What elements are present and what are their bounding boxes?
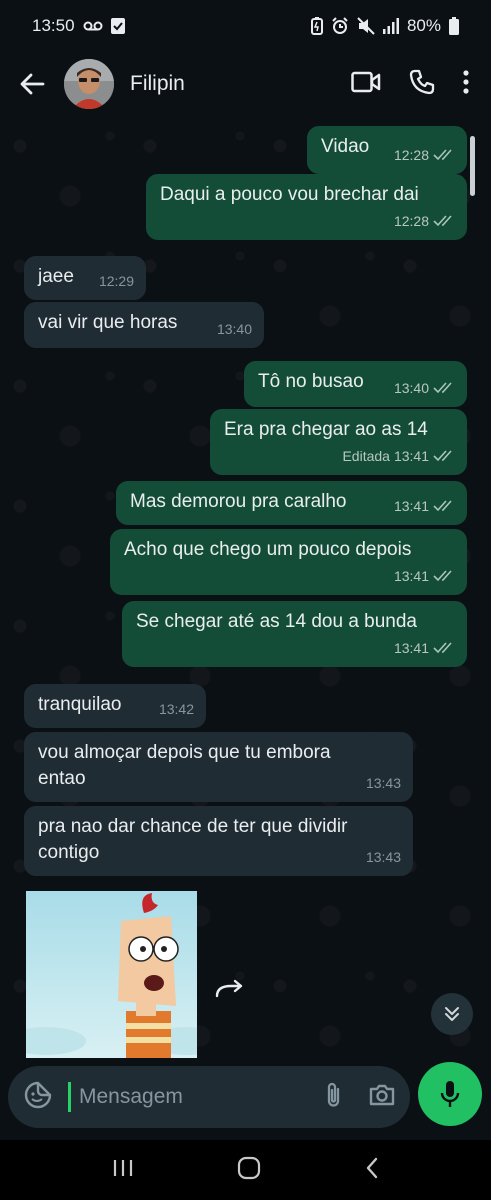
edited-label: Editada: [342, 448, 390, 464]
double-chevron-down-icon: [445, 1007, 459, 1021]
message-text: Acho que chego um pouco depois: [124, 539, 412, 560]
system-navigation-bar: [0, 1140, 491, 1200]
checkbox-notification-icon: [110, 18, 125, 34]
voice-message-button[interactable]: [418, 1062, 482, 1126]
outgoing-message[interactable]: Tô no busao 13:40: [244, 361, 467, 407]
status-bar: 13:50 80%: [0, 0, 491, 52]
arrow-left-icon: [20, 73, 45, 95]
more-vertical-icon: [463, 69, 469, 94]
message-time: 12:28: [393, 213, 429, 229]
message-composer: [8, 1066, 410, 1128]
signal-icon: [382, 18, 399, 34]
message-meta: 13:41: [394, 563, 455, 589]
video-camera-icon: [351, 71, 381, 92]
battery-icon: [449, 17, 459, 35]
message-text: vou almoçar depois que tu embora entao: [38, 742, 331, 789]
scroll-to-bottom-button[interactable]: [431, 993, 473, 1035]
forward-button[interactable]: [214, 978, 246, 1005]
composer-bar: [0, 1058, 491, 1140]
message-time: 13:41: [393, 498, 429, 514]
double-check-icon: [433, 642, 455, 654]
message-time: 12:29: [98, 273, 134, 289]
cartoon-sticker: [26, 891, 197, 1058]
double-check-icon: [433, 450, 455, 462]
message-meta: 13:43: [366, 770, 401, 796]
forward-arrow-icon: [215, 979, 243, 998]
camera-button[interactable]: [368, 1083, 396, 1112]
avatar[interactable]: [64, 59, 114, 109]
back-button[interactable]: [0, 73, 64, 95]
double-check-icon: [433, 215, 455, 227]
message-text: Se chegar até as 14 dou a bunda: [136, 611, 418, 632]
message-time: 13:40: [216, 321, 252, 337]
incoming-message[interactable]: tranquilao 13:42: [24, 684, 206, 728]
voice-call-button[interactable]: [409, 69, 435, 100]
message-meta: 12:28: [394, 208, 455, 234]
double-check-icon: [433, 149, 455, 161]
battery-saver-icon: [310, 17, 323, 35]
sticker-emoji-icon: [24, 1081, 52, 1108]
message-meta: 13:40: [394, 375, 455, 401]
avatar-photo: [64, 59, 114, 109]
message-meta: 13:41: [394, 635, 455, 661]
message-meta: 13:40: [217, 316, 252, 342]
double-check-icon: [433, 382, 455, 394]
message-time: 12:28: [393, 147, 429, 163]
message-meta: 13:41: [394, 493, 455, 519]
text-caret: [68, 1082, 71, 1112]
outgoing-message[interactable]: Era pra chegar ao as 14 Editada 13:41: [210, 409, 467, 475]
camera-icon: [369, 1084, 395, 1105]
chat-area[interactable]: Vidao 12:28 Daqui a pouco vou brechar da…: [0, 116, 491, 1058]
message-meta: 12:28: [394, 142, 455, 168]
microphone-icon: [440, 1081, 460, 1107]
outgoing-message[interactable]: Acho que chego um pouco depois 13:41: [110, 529, 467, 595]
incoming-message[interactable]: jaee 12:29: [24, 256, 146, 300]
message-meta: 12:29: [99, 268, 134, 294]
more-options-button[interactable]: [463, 69, 469, 99]
message-time: 13:41: [393, 568, 429, 584]
message-time: 13:40: [393, 380, 429, 396]
incoming-message[interactable]: vai vir que horas 13:40: [24, 302, 264, 348]
message-time: 13:41: [393, 640, 429, 656]
chevron-left-icon: [366, 1157, 378, 1178]
outgoing-message[interactable]: Vidao 12:28: [307, 126, 467, 174]
alarm-icon: [331, 17, 349, 35]
message-meta: 13:42: [159, 696, 194, 722]
double-check-icon: [433, 570, 455, 582]
incoming-message[interactable]: vou almoçar depois que tu embora entao 1…: [24, 732, 413, 802]
message-time: 13:43: [365, 849, 401, 865]
contact-name[interactable]: Filipin: [130, 72, 351, 96]
message-time: 13:42: [158, 701, 194, 717]
phone-icon: [409, 69, 435, 94]
back-nav-button[interactable]: [365, 1157, 379, 1184]
message-time: 13:41: [393, 448, 429, 464]
outgoing-message[interactable]: Daqui a pouco vou brechar dai 12:28: [146, 174, 467, 240]
recent-apps-icon: [113, 1159, 132, 1176]
incoming-message[interactable]: pra nao dar chance de ter que dividir co…: [24, 806, 413, 876]
sticker-button[interactable]: [24, 1081, 52, 1114]
home-icon: [238, 1156, 261, 1179]
message-text: Daqui a pouco vou brechar dai: [160, 184, 419, 205]
double-check-icon: [433, 500, 455, 512]
message-text: Era pra chegar ao as 14: [224, 419, 428, 440]
status-time: 13:50: [32, 16, 75, 35]
scrollbar[interactable]: [470, 136, 475, 196]
message-input[interactable]: [77, 1084, 326, 1110]
message-time: 13:43: [365, 775, 401, 791]
outgoing-message[interactable]: Mas demorou pra caralho 13:41: [116, 481, 467, 525]
home-button[interactable]: [237, 1156, 261, 1185]
message-meta: Editada 13:41: [342, 443, 455, 469]
outgoing-message[interactable]: Se chegar até as 14 dou a bunda 13:41: [122, 601, 467, 667]
paperclip-icon: [327, 1082, 340, 1107]
battery-percentage: 80%: [406, 16, 441, 35]
attach-button[interactable]: [326, 1081, 342, 1114]
sticker-image[interactable]: [26, 891, 197, 1058]
recent-apps-button[interactable]: [112, 1158, 134, 1183]
mute-icon: [357, 17, 375, 35]
video-call-button[interactable]: [351, 71, 381, 98]
message-text: pra nao dar chance de ter que dividir co…: [38, 816, 348, 863]
message-meta: 13:43: [366, 844, 401, 870]
voicemail-icon: [83, 20, 103, 32]
chat-header: Filipin: [0, 52, 491, 116]
